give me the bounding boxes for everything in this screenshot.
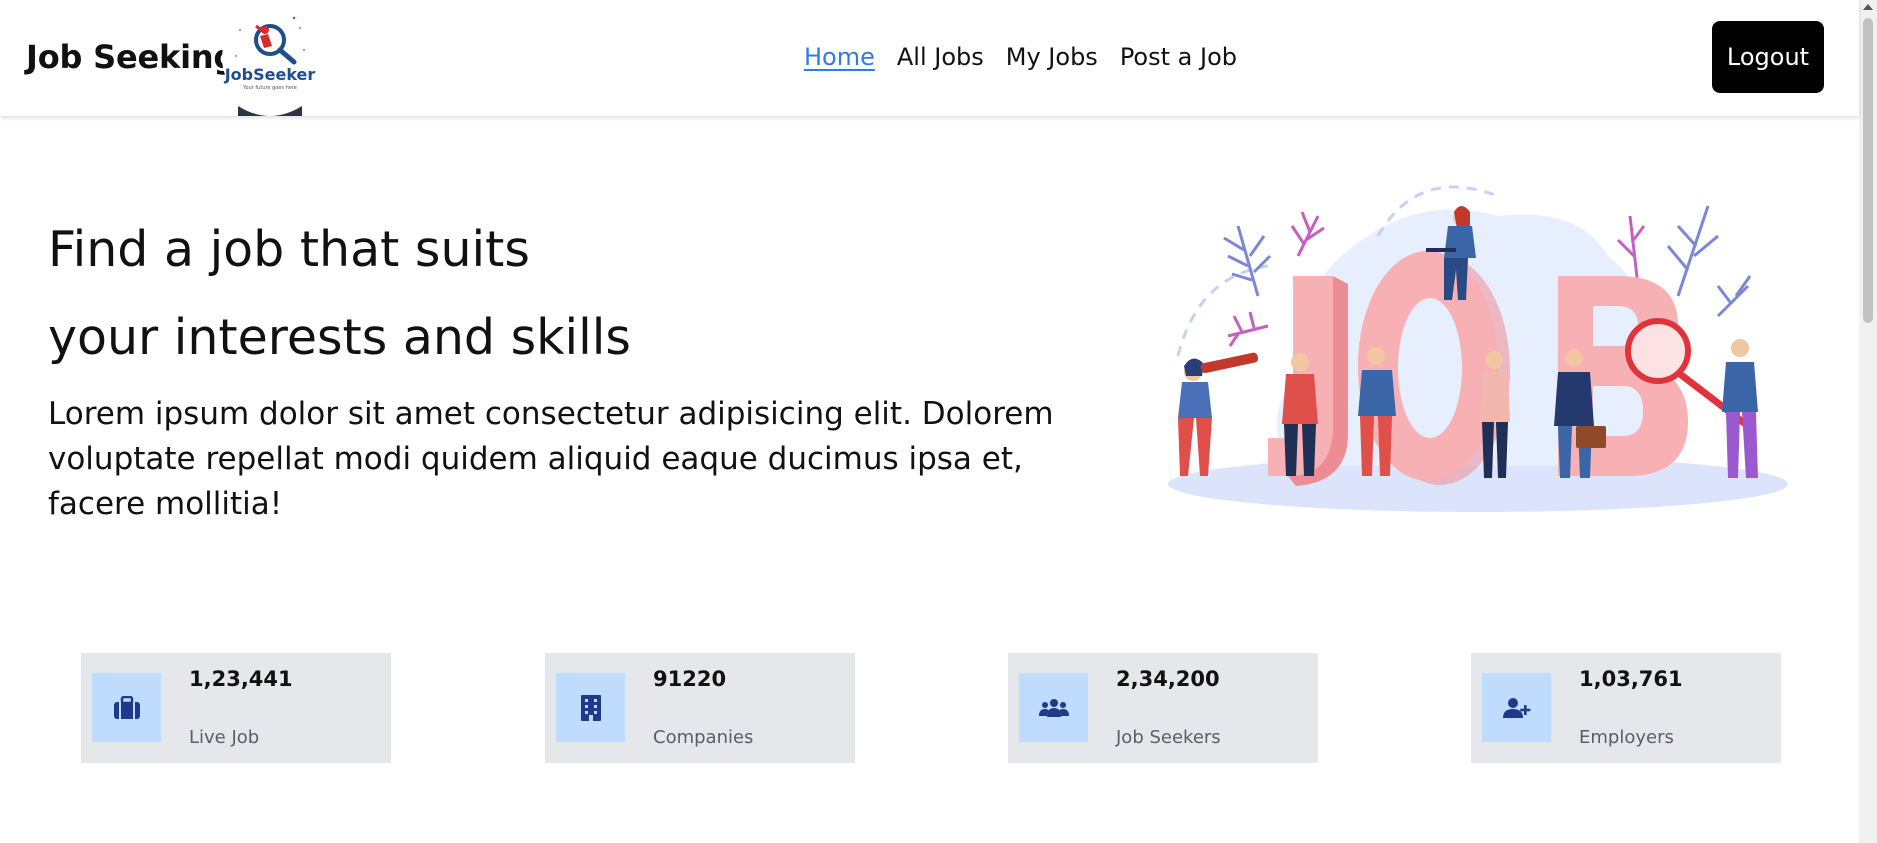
building-icon bbox=[580, 694, 601, 721]
stat-icon-box bbox=[92, 673, 161, 742]
nav-link-all-jobs[interactable]: All Jobs bbox=[897, 43, 984, 71]
stat-card-companies: 91220 Companies bbox=[545, 653, 855, 763]
stat-card-job-seekers: 2,34,200 Job Seekers bbox=[1008, 653, 1318, 763]
stat-icon-box bbox=[1019, 673, 1088, 742]
stat-card-employers: 1,03,761 Employers bbox=[1471, 653, 1781, 763]
stat-value: 91220 bbox=[653, 667, 727, 691]
scroll-up-arrow-icon[interactable] bbox=[1863, 4, 1873, 10]
users-icon bbox=[1038, 698, 1069, 717]
hero-title: Find a job that suits your interests and… bbox=[48, 206, 631, 382]
stat-card-live-job: 1,23,441 Live Job bbox=[81, 653, 391, 763]
logo-text: JobSeeker bbox=[224, 65, 316, 84]
scrollbar-thumb[interactable] bbox=[1863, 18, 1873, 323]
stat-icon-box bbox=[1482, 673, 1551, 742]
stat-label: Job Seekers bbox=[1116, 727, 1221, 748]
page: Job Seeking JobSeeker Your future goes h… bbox=[0, 0, 1877, 843]
job-search-illustration bbox=[1138, 176, 1792, 522]
user-plus-icon bbox=[1502, 697, 1530, 718]
stat-value: 1,03,761 bbox=[1579, 667, 1683, 691]
hero-title-line-1: Find a job that suits bbox=[48, 221, 530, 278]
navbar: Job Seeking JobSeeker Your future goes h… bbox=[0, 0, 1859, 116]
nav-link-my-jobs[interactable]: My Jobs bbox=[1006, 43, 1098, 71]
hero-title-line-2: your interests and skills bbox=[48, 309, 631, 366]
page-scrollbar[interactable] bbox=[1859, 0, 1877, 843]
stat-label: Employers bbox=[1579, 727, 1674, 748]
logout-button[interactable]: Logout bbox=[1712, 21, 1824, 93]
nav-link-home[interactable]: Home bbox=[804, 43, 875, 71]
stat-value: 2,34,200 bbox=[1116, 667, 1220, 691]
briefcase-icon bbox=[113, 695, 140, 719]
logo-tagline: Your future goes here bbox=[242, 85, 297, 91]
stat-value: 1,23,441 bbox=[189, 667, 293, 691]
brand-title[interactable]: Job Seeking bbox=[26, 38, 236, 76]
nav-link-post-a-job[interactable]: Post a Job bbox=[1120, 43, 1237, 71]
jobseeker-logo[interactable]: JobSeeker Your future goes here bbox=[220, 0, 320, 116]
stat-label: Companies bbox=[653, 727, 754, 748]
hero-description: Lorem ipsum dolor sit amet consectetur a… bbox=[48, 396, 1054, 522]
main-nav: Home All Jobs My Jobs Post a Job bbox=[804, 43, 1237, 71]
stat-label: Live Job bbox=[189, 727, 260, 748]
stat-icon-box bbox=[556, 673, 625, 742]
